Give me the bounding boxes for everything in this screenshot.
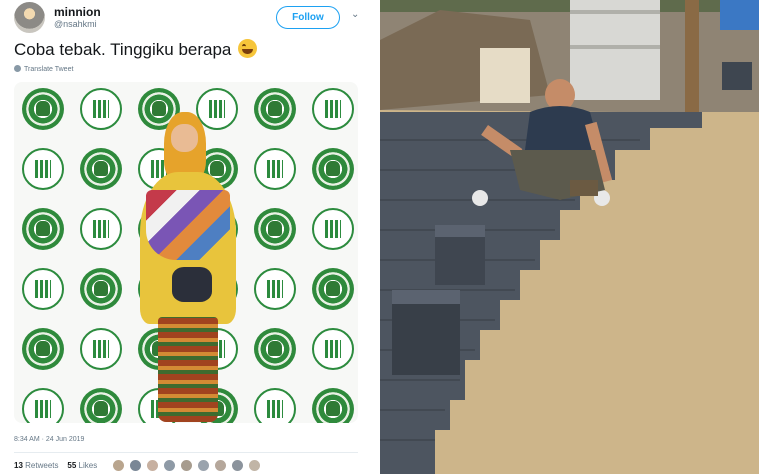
tweet-photo[interactable] [14, 82, 358, 423]
tweet-card: minnion @nsahkmi Follow ⌄ Coba tebak. Ti… [0, 0, 375, 474]
brick-stack-large [392, 290, 460, 375]
liker-avatar[interactable] [231, 459, 244, 472]
engagement-stats: 13 Retweets 55 Likes [14, 461, 97, 470]
paver-pallet [570, 0, 660, 100]
green-seal-logo [22, 208, 64, 250]
university-logo [254, 268, 296, 310]
liker-avatar[interactable] [112, 459, 125, 472]
university-logo [312, 208, 354, 250]
tweet-text: Coba tebak. Tinggiku berapa [14, 39, 258, 60]
green-seal-logo [312, 148, 354, 190]
woman-with-bouquet [134, 112, 254, 423]
university-logo [312, 328, 354, 370]
work-boot [570, 180, 598, 196]
tweet-text-content: Coba tebak. Tinggiku berapa [14, 40, 232, 59]
university-logo [80, 88, 122, 130]
green-seal-logo [254, 208, 296, 250]
liker-avatar[interactable] [129, 459, 142, 472]
display-name[interactable]: minnion [54, 5, 101, 19]
green-seal-logo [80, 148, 122, 190]
wooden-post [685, 0, 699, 112]
hedge [380, 0, 759, 12]
chevron-down-icon[interactable]: ⌄ [351, 9, 359, 20]
blue-tarp [720, 0, 759, 30]
user-handle[interactable]: @nsahkmi [54, 19, 97, 29]
tweet-header: minnion @nsahkmi Follow ⌄ [14, 2, 364, 33]
snack-bouquet [146, 190, 230, 260]
university-logo [254, 148, 296, 190]
university-logo [254, 388, 296, 423]
translate-tweet-link[interactable]: Translate Tweet [14, 65, 73, 73]
university-logo [80, 208, 122, 250]
university-logo [22, 388, 64, 423]
university-logo [22, 148, 64, 190]
paving-scene [380, 0, 759, 474]
green-seal-logo [254, 88, 296, 130]
liker-avatar[interactable] [197, 459, 210, 472]
left-glove [472, 190, 488, 206]
paving-photo [380, 0, 759, 474]
green-seal-logo [22, 328, 64, 370]
batik-skirt [158, 317, 218, 422]
green-seal-logo [80, 268, 122, 310]
stone-slab [480, 48, 530, 103]
paver-stack-background [722, 62, 752, 90]
retweets-label: Retweets [25, 461, 59, 470]
likes-count: 55 [67, 461, 77, 470]
green-seal-logo [312, 268, 354, 310]
avatar[interactable] [14, 2, 45, 33]
university-logo [22, 268, 64, 310]
liker-avatar[interactable] [163, 459, 176, 472]
brick-stack-small [435, 225, 485, 285]
green-seal-logo [22, 88, 64, 130]
green-seal-logo [80, 388, 122, 423]
university-logo [312, 88, 354, 130]
retweets-stat[interactable]: 13 Retweets [14, 461, 59, 470]
follow-button[interactable]: Follow [276, 6, 340, 29]
university-logo [80, 328, 122, 370]
globe-icon [14, 65, 21, 72]
laughing-tears-emoji-icon [238, 39, 258, 58]
green-seal-logo [312, 388, 354, 423]
face [171, 124, 198, 152]
liker-avatar[interactable] [214, 459, 227, 472]
retweets-count: 13 [14, 461, 23, 470]
translate-label: Translate Tweet [24, 66, 74, 73]
tweet-timestamp[interactable]: 8:34 AM · 24 Jun 2019 [14, 436, 84, 443]
divider [14, 452, 358, 453]
likes-label: Likes [78, 461, 98, 470]
liker-avatar[interactable] [180, 459, 193, 472]
handbag [172, 267, 212, 302]
liker-avatar[interactable] [248, 459, 261, 472]
liker-avatar[interactable] [146, 459, 159, 472]
green-seal-logo [254, 328, 296, 370]
likes-stat[interactable]: 55 Likes [67, 461, 97, 470]
